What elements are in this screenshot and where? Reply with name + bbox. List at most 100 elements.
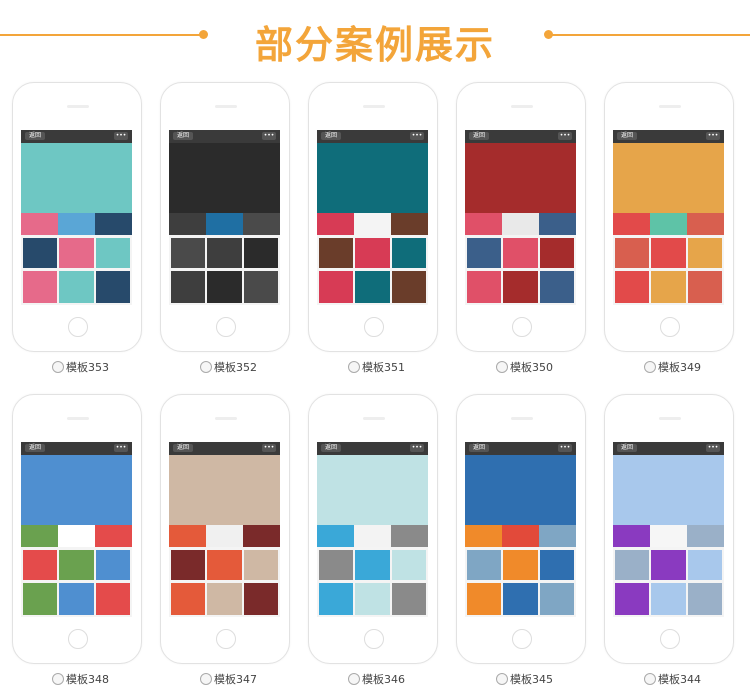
template-radio[interactable] <box>496 673 508 685</box>
screen-tile <box>651 271 686 303</box>
screen-tile <box>465 455 576 525</box>
phone-mockup[interactable]: 返回 ••• <box>456 394 586 664</box>
template-radio[interactable] <box>644 361 656 373</box>
template-radio[interactable] <box>348 361 360 373</box>
menu-button: ••• <box>706 444 720 452</box>
screen-tile <box>615 271 649 303</box>
screen-topbar: 返回 ••• <box>613 130 724 143</box>
screen-tile <box>613 213 650 235</box>
template-radio[interactable] <box>644 673 656 685</box>
screen-tile <box>317 525 354 547</box>
menu-button: ••• <box>410 444 424 452</box>
phone-mockup[interactable]: 返回 ••• <box>160 394 290 664</box>
template-card[interactable]: 返回 ••• 模板351 <box>306 82 454 382</box>
phone-speaker <box>659 105 681 108</box>
screen-tile <box>651 583 686 615</box>
template-card[interactable]: 返回 ••• 模板344 <box>602 394 750 694</box>
screen-tile <box>207 583 242 615</box>
phone-mockup[interactable]: 返回 ••• <box>308 82 438 352</box>
screen-tile <box>688 271 722 303</box>
screen-tile <box>319 238 353 268</box>
template-label: 模板352 <box>214 361 257 374</box>
screen-tile <box>355 550 390 580</box>
phone-mockup[interactable]: 返回 ••• <box>12 82 142 352</box>
template-radio[interactable] <box>200 361 212 373</box>
screen-tile <box>96 550 130 580</box>
template-card[interactable]: 返回 ••• 模板349 <box>602 82 750 382</box>
template-radio[interactable] <box>496 361 508 373</box>
screen-tile <box>171 238 205 268</box>
phone-speaker <box>363 417 385 420</box>
screen-tile <box>613 455 724 525</box>
phone-mockup[interactable]: 返回 ••• <box>308 394 438 664</box>
screen-topbar: 返回 ••• <box>465 442 576 455</box>
template-label: 模板344 <box>658 673 701 686</box>
screen-tile <box>59 583 94 615</box>
screen-tile <box>58 525 95 547</box>
template-radio[interactable] <box>52 361 64 373</box>
template-radio[interactable] <box>200 673 212 685</box>
template-radio[interactable] <box>52 673 64 685</box>
screen-tile <box>539 525 576 547</box>
screen-tile <box>21 213 58 235</box>
template-card[interactable]: 返回 ••• 模板353 <box>10 82 158 382</box>
screen-tile <box>243 525 280 547</box>
screen-topbar: 返回 ••• <box>465 130 576 143</box>
menu-button: ••• <box>558 132 572 140</box>
screen-tile <box>207 238 242 268</box>
screen-tile <box>465 525 502 547</box>
home-button <box>660 317 680 337</box>
template-card[interactable]: 返回 ••• 模板350 <box>454 82 602 382</box>
phone-speaker <box>215 417 237 420</box>
template-label: 模板349 <box>658 361 701 374</box>
phone-speaker <box>67 417 89 420</box>
screen-tile <box>207 271 242 303</box>
screen-tile <box>467 583 501 615</box>
home-button <box>364 629 384 649</box>
screen-tile <box>392 238 426 268</box>
phone-mockup[interactable]: 返回 ••• <box>456 82 586 352</box>
screen-tile <box>650 525 687 547</box>
phone-mockup[interactable]: 返回 ••• <box>160 82 290 352</box>
phone-mockup[interactable]: 返回 ••• <box>604 82 734 352</box>
template-card[interactable]: 返回 ••• 模板352 <box>158 82 306 382</box>
back-button: 返回 <box>617 444 637 452</box>
phone-mockup[interactable]: 返回 ••• <box>604 394 734 664</box>
screen-tile <box>21 455 132 525</box>
screen-tile <box>502 525 539 547</box>
back-button: 返回 <box>469 444 489 452</box>
screen-tile <box>21 143 132 213</box>
template-card[interactable]: 返回 ••• 模板348 <box>10 394 158 694</box>
template-radio[interactable] <box>348 673 360 685</box>
screen-tile <box>354 525 391 547</box>
screen-tile <box>59 238 94 268</box>
screen-tile <box>354 213 391 235</box>
screen-tile <box>23 550 57 580</box>
menu-button: ••• <box>114 132 128 140</box>
screen-tile <box>169 143 280 213</box>
phone-screen: 返回 ••• <box>465 130 576 305</box>
phone-speaker <box>67 105 89 108</box>
home-button <box>68 629 88 649</box>
menu-button: ••• <box>706 132 720 140</box>
screen-tile <box>59 271 94 303</box>
phone-speaker <box>363 105 385 108</box>
screen-tile <box>392 550 426 580</box>
screen-tile <box>391 525 428 547</box>
screen-tile <box>169 213 206 235</box>
template-card[interactable]: 返回 ••• 模板347 <box>158 394 306 694</box>
phone-screen: 返回 ••• <box>317 442 428 617</box>
header-line-right <box>552 34 750 36</box>
template-card[interactable]: 返回 ••• 模板345 <box>454 394 602 694</box>
screen-tile <box>688 550 722 580</box>
template-label: 模板353 <box>66 361 109 374</box>
screen-tile <box>58 213 95 235</box>
phone-speaker <box>659 417 681 420</box>
template-card[interactable]: 返回 ••• 模板346 <box>306 394 454 694</box>
screen-tile <box>96 583 130 615</box>
screen-topbar: 返回 ••• <box>317 442 428 455</box>
menu-button: ••• <box>410 132 424 140</box>
home-button <box>512 317 532 337</box>
screen-tile <box>207 550 242 580</box>
phone-mockup[interactable]: 返回 ••• <box>12 394 142 664</box>
